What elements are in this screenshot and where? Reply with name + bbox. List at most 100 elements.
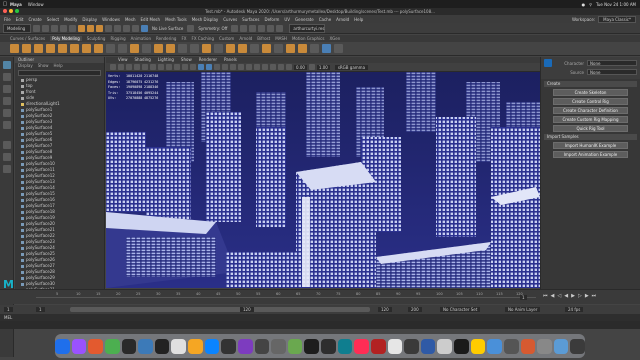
quick-rig-tool-button[interactable]: Quick Rig Tool [553,125,628,132]
menu-display[interactable]: Display [82,17,97,22]
quad-draw-icon[interactable] [334,44,343,53]
dock-app-icon[interactable] [487,338,502,354]
save-scene-icon[interactable] [51,24,58,32]
hypershade-icon[interactable] [276,24,284,32]
dock-app-icon[interactable] [271,338,286,354]
range-slider[interactable] [70,307,370,312]
snap-grid-icon[interactable] [105,24,112,32]
render-settings-icon[interactable] [267,24,275,32]
image-plane-icon[interactable] [134,64,140,70]
soft-select-icon[interactable] [322,44,331,53]
shelf-tab-arnold[interactable]: Arnold [239,36,252,41]
menuset-dropdown[interactable]: Modeling [3,23,31,33]
layout-four-icon[interactable] [2,153,11,161]
create-character-definition-button[interactable]: Create Character Definition [553,107,628,114]
outliner-menu-display[interactable]: Display [18,63,33,69]
reduce-icon[interactable] [274,44,283,53]
source-dropdown[interactable]: None [587,69,637,75]
use-all-lights-icon[interactable] [230,64,236,70]
smooth-icon[interactable] [142,44,151,53]
shelf-tab-fx[interactable]: FX [181,36,186,41]
bookmark-icon[interactable] [126,64,132,70]
poly-disc-icon[interactable] [82,44,91,53]
app-menu[interactable]: Maya [10,2,22,7]
live-surface-label[interactable]: No Live Surface [152,26,183,31]
anim-layer-dropdown[interactable]: No Anim Layer [505,307,541,312]
color-space-dropdown[interactable]: sRGB gamma [334,64,369,70]
select-object-icon[interactable] [87,24,94,32]
minimize-window-button[interactable] [9,9,13,13]
create-skeleton-button[interactable]: Create Skeleton [553,89,628,96]
scale-tool-icon[interactable] [2,121,11,129]
menu-uv[interactable]: UV [284,17,290,22]
dock-app-icon[interactable] [154,338,170,354]
character-dropdown[interactable]: None [587,60,637,66]
dock-app-icon[interactable] [404,338,419,354]
time-slider[interactable]: 5 10 15 20 25 30 35 40 45 50 55 60 65 70 75 80 85 90 95 100… [0,289,640,304]
outliner-menu-show[interactable]: Show [38,63,49,69]
select-component-icon[interactable] [96,24,103,32]
poly-sphere-icon[interactable] [10,44,19,53]
exposure-field[interactable]: 0.00 [294,64,307,70]
animation-start-field[interactable]: 1 [4,307,13,312]
menu-help[interactable]: Help [354,17,363,22]
create-section-header[interactable]: Create [544,81,637,87]
poly-plane-icon[interactable] [70,44,79,53]
menu-cache[interactable]: Cache [319,17,331,22]
import-samples-section-header[interactable]: Import Samples [544,134,637,140]
go-to-end-icon[interactable]: ⏭ [592,293,597,299]
menu-mesh-display[interactable]: Mesh Display [192,17,219,22]
redo-icon[interactable] [69,24,76,32]
xray-joints-icon[interactable] [286,64,292,70]
dock-app-icon[interactable] [254,338,270,354]
window-menu[interactable]: Window [28,2,44,7]
dock-app-icon[interactable] [88,338,103,354]
field-chart-icon[interactable] [174,64,180,70]
clock[interactable]: Tue Nov 24 1:00 AM [596,2,636,7]
shelf-tab-mash[interactable]: MASH [275,36,287,41]
shelf-tab-sculpting[interactable]: Sculpting [87,36,106,41]
dock-app-icon[interactable] [337,338,353,354]
poly-cube-icon[interactable] [22,44,31,53]
play-forwards-icon[interactable]: ▶ [571,293,575,299]
menu-select[interactable]: Select [47,17,59,22]
separate-icon[interactable] [118,44,127,53]
go-to-start-icon[interactable]: ⏮ [543,293,548,299]
import-humanik-example-button[interactable]: Import HumanIK Example [553,142,628,149]
render-icon[interactable] [249,24,257,32]
viewport-persp[interactable]: Verts: 10011420 2116748 Edges: 18796075 4231… [106,72,540,288]
select-hierarchy-icon[interactable] [78,24,85,32]
current-frame-field[interactable]: 1 [520,295,527,300]
fill-hole-icon[interactable] [262,44,271,53]
shelf-tab-custom[interactable]: Custom [219,36,234,41]
dock-app-icon[interactable] [470,338,486,354]
dock-app-icon[interactable] [287,338,303,354]
dock-app-icon[interactable] [237,338,253,354]
shelf-tab-xgen[interactable]: XGen [329,36,340,41]
step-forward-key-icon[interactable]: ▶ [585,293,589,299]
multi-cut-icon[interactable] [226,44,235,53]
command-language-label[interactable]: MEL [4,315,12,320]
step-back-key-icon[interactable]: ◀ [551,293,555,299]
dock-app-icon[interactable] [221,338,236,354]
poly-cylinder-icon[interactable] [34,44,43,53]
gamma-icon[interactable] [308,64,315,70]
grid-icon[interactable] [142,64,148,70]
menu-windows[interactable]: Windows [102,17,120,22]
range-end-handle-label[interactable]: 120 [240,307,254,312]
dock-app-icon[interactable] [553,338,569,354]
dock-app-icon[interactable] [104,338,120,354]
history-icon[interactable] [231,24,239,32]
fps-dropdown[interactable]: 24 fps [565,307,584,312]
render-view-icon[interactable] [240,24,248,32]
safe-action-icon[interactable] [182,64,188,70]
snap-view-icon[interactable] [132,24,139,32]
shelf-tab-fx-caching[interactable]: FX Caching [192,36,214,41]
xray-icon[interactable] [278,64,284,70]
move-tool-icon[interactable] [2,97,11,105]
layout-single-icon[interactable] [2,141,11,149]
gate-mask-icon[interactable] [166,64,172,70]
lasso-tool-icon[interactable] [2,73,11,81]
create-custom-rig-mapping-button[interactable]: Create Custom Rig Mapping [553,116,628,123]
rotate-tool-icon[interactable] [2,109,11,117]
